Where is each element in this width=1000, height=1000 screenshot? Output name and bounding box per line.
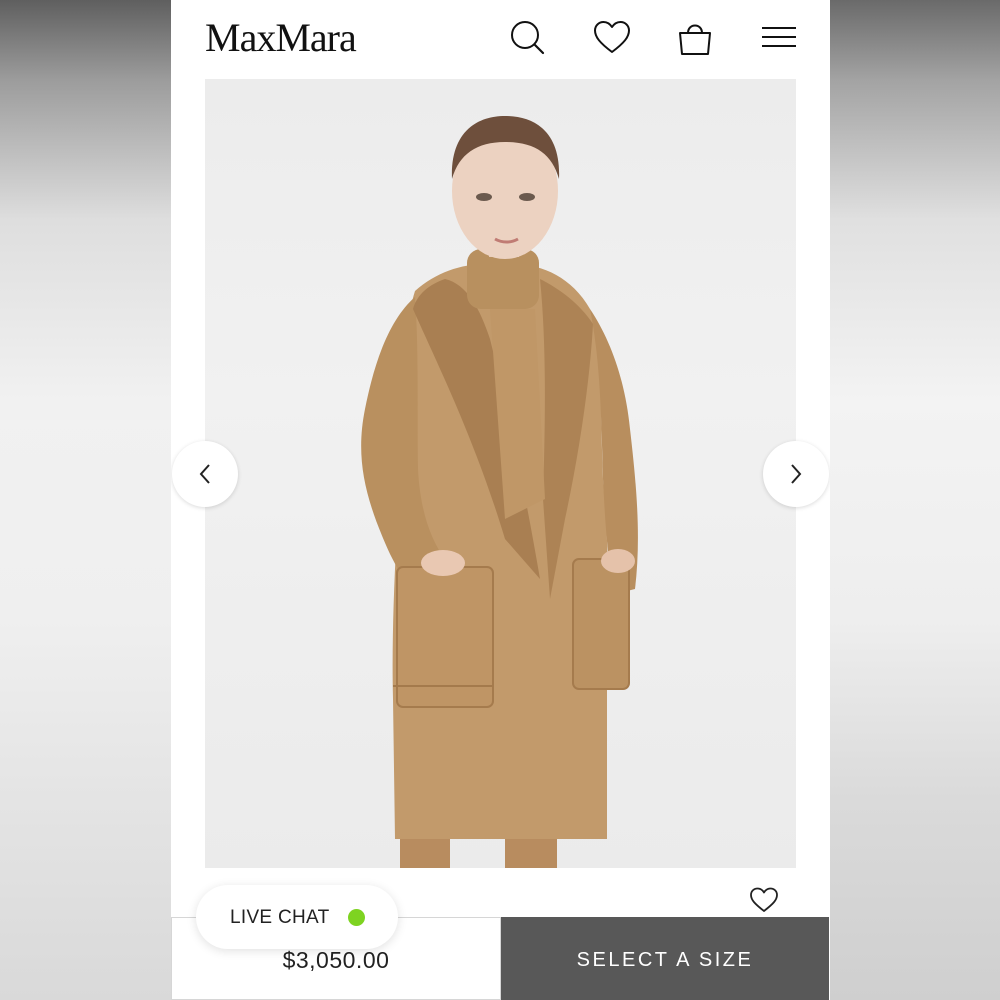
heart-icon[interactable] [592, 18, 632, 58]
previous-image-button[interactable] [172, 441, 238, 507]
product-photo [361, 116, 638, 868]
next-image-button[interactable] [763, 441, 829, 507]
menu-icon[interactable] [759, 18, 799, 58]
chevron-left-icon [199, 464, 210, 484]
brand-logo[interactable]: MaxMara [205, 14, 357, 61]
add-to-wishlist-button[interactable] [749, 886, 779, 914]
live-chat-button[interactable]: LIVE CHAT [196, 885, 398, 949]
heart-outline-icon [750, 887, 778, 912]
left-backdrop [0, 0, 171, 1000]
header: MaxMara [171, 0, 830, 78]
product-page: MaxMara $3,050.00 SELECT A SIZE LIVE CHA… [171, 0, 830, 1000]
product-image-gallery[interactable] [205, 79, 796, 868]
live-chat-label: LIVE CHAT [230, 907, 330, 928]
online-status-dot [348, 909, 365, 926]
chevron-right-icon [791, 464, 802, 484]
search-icon[interactable] [508, 18, 548, 58]
select-size-button[interactable]: SELECT A SIZE [501, 917, 829, 1000]
right-backdrop [830, 0, 1000, 1000]
shopping-bag-icon[interactable] [675, 18, 715, 58]
